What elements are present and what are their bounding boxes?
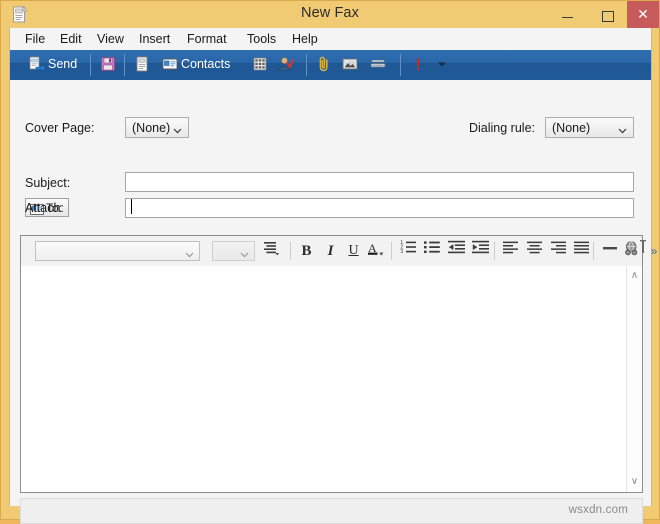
send-button-label: Send [48,57,78,71]
chevron-down-icon [434,56,450,72]
format-separator [290,242,291,260]
horizontal-rule-button[interactable] [599,240,620,262]
main-toolbar: Send Contacts [10,50,651,80]
menu-item-edit[interactable]: Edit [55,31,87,48]
dialing-rule-label: Dialing rule: [469,121,536,135]
cover-page-value: (None) [132,121,171,135]
picture-icon [342,56,358,72]
maximize-icon [602,11,614,22]
scroll-down-button[interactable]: ∨ [627,474,642,490]
cover-page-select[interactable]: (None) [125,117,189,138]
font-color-button[interactable]: A [365,240,386,262]
dialing-rule-value: (None) [552,121,591,135]
bulleted-list-icon [422,240,443,262]
format-toolbar-edge [639,240,647,262]
priority-exclamation-icon [410,56,426,72]
maximize-button[interactable] [587,1,627,28]
underline-button[interactable]: U [343,240,364,262]
align-center-button[interactable] [524,240,545,262]
message-body-input[interactable] [21,266,627,492]
chevron-down-icon [240,246,249,258]
toolbar-separator [400,54,401,76]
contacts-button-label: Contacts [181,57,231,71]
increase-indent-button[interactable] [470,240,491,262]
to-input[interactable] [125,198,634,218]
menu-bar: File Edit View Insert Format Tools Help [10,28,651,50]
chevron-down-icon [618,122,627,134]
send-fax-icon [29,56,46,73]
align-right-button[interactable] [548,240,569,262]
watermark-text: wsxdn.com [568,504,628,516]
format-separator [593,242,594,260]
cover-page-label: Cover Page: [25,121,95,135]
fax-fields-panel: Cover Page: (None) Dialing rule: (None) [10,80,651,278]
decrease-indent-button[interactable] [446,240,467,262]
editor-vertical-scrollbar[interactable]: ∧ ∨ [626,266,642,492]
font-color-icon: A [365,240,386,262]
text-caret [131,199,132,214]
italic-icon: I [327,243,334,259]
menu-item-format[interactable]: Format [182,31,232,48]
align-right-icon [548,240,569,262]
fax-window: New Fax ✕ File Edit View Insert Format T… [0,0,660,524]
bold-icon: B [301,243,312,259]
format-separator [391,242,392,260]
menu-item-file[interactable]: File [20,31,50,48]
subject-input[interactable] [125,172,634,192]
toolbar-separator [124,54,125,76]
align-left-icon [500,240,521,262]
chevron-down-icon [185,246,194,258]
paragraph-lines-icon [261,240,282,262]
paperclip-icon [316,56,332,72]
italic-button[interactable]: I [320,240,341,262]
check-names-icon [278,56,295,72]
cover-page-icon [134,56,150,72]
scroll-up-button[interactable]: ∧ [627,268,642,284]
font-family-select[interactable] [35,241,200,261]
keypad-icon [252,56,268,72]
align-left-button[interactable] [500,240,521,262]
horizontal-rule-icon [599,240,620,262]
svg-text:3: 3 [400,249,403,255]
paragraph-style-button[interactable] [261,240,282,262]
underline-icon: U [348,243,359,258]
numbered-list-button[interactable]: 123 [398,240,419,262]
numbered-list-icon: 123 [398,240,419,262]
bulleted-list-button[interactable] [422,240,443,262]
menu-item-insert[interactable]: Insert [134,31,175,48]
format-overflow-button[interactable]: » [647,240,660,262]
minimize-button[interactable] [547,1,587,28]
bold-button[interactable]: B [296,240,317,262]
minimize-icon [562,17,573,18]
justify-button[interactable] [571,240,592,262]
toolbar-separator [306,54,307,76]
chevron-down-icon [173,122,182,134]
increase-indent-icon [470,240,491,262]
formatting-toolbar: B I U A 1 2 3 » [21,236,657,267]
close-button[interactable]: ✕ [627,1,659,28]
double-chevron-right-icon: » [650,244,658,258]
client-area: File Edit View Insert Format Tools Help … [9,28,657,524]
dialing-rule-select[interactable]: (None) [545,117,634,138]
subject-label: Subject: [25,176,71,190]
align-center-icon [524,240,545,262]
menu-item-tools[interactable]: Tools [242,31,281,48]
address-card-icon [162,56,178,72]
floppy-save-icon [100,56,116,72]
decrease-indent-icon [446,240,467,262]
text-cursor-icon [639,240,647,262]
status-bar: wsxdn.com [20,498,643,524]
title-bar: New Fax ✕ [1,1,659,28]
message-editor-panel: B I U A 1 2 3 » ∧ ∨ [20,235,657,493]
toolbar-separator [90,54,91,76]
attach-label: Attach: [25,201,64,215]
menu-item-help[interactable]: Help [287,31,323,48]
format-separator [494,242,495,260]
scanner-icon [370,56,386,72]
menu-item-view[interactable]: View [92,31,129,48]
font-size-select[interactable] [212,241,255,261]
close-icon: ✕ [637,6,649,22]
justify-icon [571,240,592,262]
